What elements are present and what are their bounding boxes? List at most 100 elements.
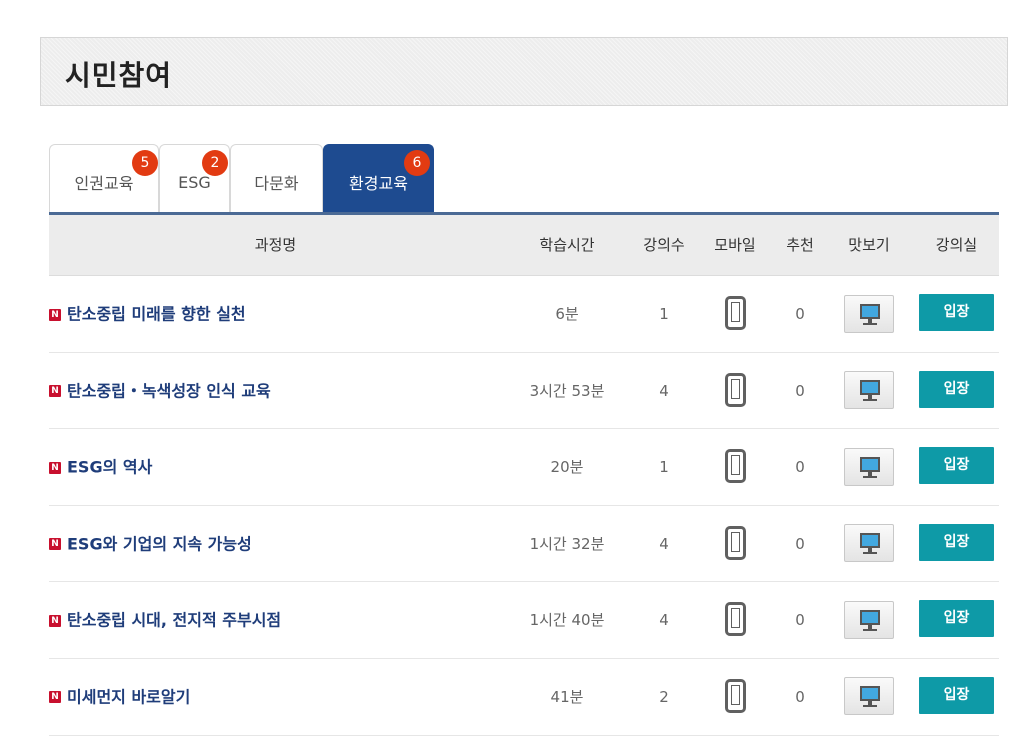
recommend-count: 0 xyxy=(795,687,805,706)
preview-button[interactable] xyxy=(844,294,894,333)
study-time: 1시간 40분 xyxy=(529,611,605,630)
monitor-icon xyxy=(860,686,880,702)
tab-esg[interactable]: ESG 2 xyxy=(159,144,230,213)
study-time: 3시간 53분 xyxy=(529,381,605,400)
header-lecture-count: 강의수 xyxy=(643,236,685,254)
mobile-phone-icon xyxy=(724,602,746,637)
header-study-time: 학습시간 xyxy=(539,236,595,254)
course-title-link[interactable]: 미세먼지 바로알기 xyxy=(67,687,190,706)
count-badge: 6 xyxy=(404,150,430,176)
table-row: N ESG와 기업의 지속 가능성 1시간 32분 4 0 입장 xyxy=(49,506,999,583)
table-row: N 탄소중립・녹색성장 인식 교육 3시간 53분 4 0 입장 xyxy=(49,353,999,430)
lecture-count: 2 xyxy=(659,687,669,706)
course-table: 과정명 학습시간 강의수 모바일 추천 맛보기 강의실 N 탄소중립 미래를 향한… xyxy=(49,215,999,736)
header-preview: 맛보기 xyxy=(848,236,890,254)
monitor-icon xyxy=(860,380,880,396)
page-title: 시민참여 xyxy=(65,59,173,92)
preview-cell xyxy=(834,582,904,658)
tab-label: 환경교육 xyxy=(349,174,408,193)
course-title-link[interactable]: 탄소중립 시대, 전지적 주부시점 xyxy=(67,611,281,630)
new-badge-icon: N xyxy=(49,614,61,627)
mobile-phone-icon xyxy=(724,525,746,560)
enter-button[interactable]: 입장 xyxy=(919,600,994,638)
course-name-cell: N 탄소중립 시대, 전지적 주부시점 xyxy=(49,582,499,658)
new-badge-icon: N xyxy=(49,385,61,398)
recommend-count: 0 xyxy=(795,458,805,477)
tab-label: 다문화 xyxy=(254,174,299,193)
table-row: N 탄소중립 미래를 향한 실천 6분 1 0 입장 xyxy=(49,276,999,353)
recommend-count: 0 xyxy=(795,534,805,553)
page-header: 시민참여 xyxy=(40,37,1008,106)
course-name-cell: N ESG와 기업의 지속 가능성 xyxy=(49,506,499,582)
table-row: N 미세먼지 바로알기 41분 2 0 입장 xyxy=(49,659,999,736)
classroom-cell: 입장 xyxy=(914,506,999,582)
preview-button[interactable] xyxy=(844,600,894,639)
tab-environment[interactable]: 환경교육 6 xyxy=(323,144,434,213)
preview-cell xyxy=(834,276,904,352)
study-time: 41분 xyxy=(550,687,584,706)
classroom-cell: 입장 xyxy=(914,276,999,352)
course-title-link[interactable]: 탄소중립・녹색성장 인식 교육 xyxy=(67,381,271,400)
mobile-cell xyxy=(704,353,766,429)
lecture-count: 1 xyxy=(659,458,669,477)
table-header: 과정명 학습시간 강의수 모바일 추천 맛보기 강의실 xyxy=(49,215,999,276)
new-badge-icon: N xyxy=(49,691,61,704)
new-badge-icon: N xyxy=(49,461,61,474)
preview-cell xyxy=(834,353,904,429)
mobile-phone-icon xyxy=(724,296,746,330)
course-name-cell: N ESG의 역사 xyxy=(49,429,499,505)
preview-cell xyxy=(834,506,904,582)
enter-button[interactable]: 입장 xyxy=(919,447,994,485)
tab-human-rights[interactable]: 인권교육 5 xyxy=(49,144,159,213)
course-title-link[interactable]: ESG와 기업의 지속 가능성 xyxy=(67,534,252,553)
preview-cell xyxy=(834,659,904,735)
study-time: 1시간 32분 xyxy=(529,534,605,553)
monitor-icon xyxy=(860,609,880,625)
enter-button[interactable]: 입장 xyxy=(919,676,994,714)
preview-button[interactable] xyxy=(844,524,894,563)
course-title-link[interactable]: 탄소중립 미래를 향한 실천 xyxy=(67,305,246,324)
table-row: N ESG의 역사 20분 1 0 입장 xyxy=(49,429,999,506)
header-mobile: 모바일 xyxy=(714,236,756,254)
course-title-link[interactable]: ESG의 역사 xyxy=(67,458,152,477)
count-badge: 2 xyxy=(202,150,228,176)
course-name-cell: N 탄소중립 미래를 향한 실천 xyxy=(49,276,499,352)
study-time: 20분 xyxy=(550,458,584,477)
lecture-count: 4 xyxy=(659,534,669,553)
lecture-count: 1 xyxy=(659,305,669,323)
preview-button[interactable] xyxy=(844,371,894,410)
header-recommend: 추천 xyxy=(786,236,814,254)
category-tabs: 인권교육 5 ESG 2 다문화 환경교육 6 xyxy=(49,144,434,213)
preview-button[interactable] xyxy=(844,447,894,486)
monitor-icon xyxy=(860,533,880,549)
enter-button[interactable]: 입장 xyxy=(919,523,994,561)
mobile-cell xyxy=(704,429,766,505)
recommend-count: 0 xyxy=(795,611,805,630)
study-time: 6분 xyxy=(555,305,579,323)
recommend-count: 0 xyxy=(795,305,805,323)
enter-button[interactable]: 입장 xyxy=(919,370,994,408)
monitor-icon xyxy=(860,456,880,472)
classroom-cell: 입장 xyxy=(914,659,999,735)
mobile-cell xyxy=(704,659,766,735)
enter-button[interactable]: 입장 xyxy=(919,294,994,331)
tab-label: 인권교육 xyxy=(74,174,134,193)
lecture-count: 4 xyxy=(659,611,669,630)
preview-button[interactable] xyxy=(844,677,894,716)
table-row: N 탄소중립 시대, 전지적 주부시점 1시간 40분 4 0 입장 xyxy=(49,582,999,659)
classroom-cell: 입장 xyxy=(914,429,999,505)
classroom-cell: 입장 xyxy=(914,353,999,429)
header-course-name: 과정명 xyxy=(254,236,297,254)
mobile-cell xyxy=(704,582,766,658)
mobile-phone-icon xyxy=(724,678,746,713)
mobile-cell xyxy=(704,276,766,352)
tab-label: ESG xyxy=(178,172,211,192)
tab-multicultural[interactable]: 다문화 xyxy=(230,144,323,213)
mobile-phone-icon xyxy=(724,372,746,407)
course-name-cell: N 미세먼지 바로알기 xyxy=(49,659,499,735)
preview-cell xyxy=(834,429,904,505)
course-name-cell: N 탄소중립・녹색성장 인식 교육 xyxy=(49,353,499,429)
new-badge-icon: N xyxy=(49,538,61,551)
new-badge-icon: N xyxy=(49,308,61,321)
header-classroom: 강의실 xyxy=(935,236,978,254)
